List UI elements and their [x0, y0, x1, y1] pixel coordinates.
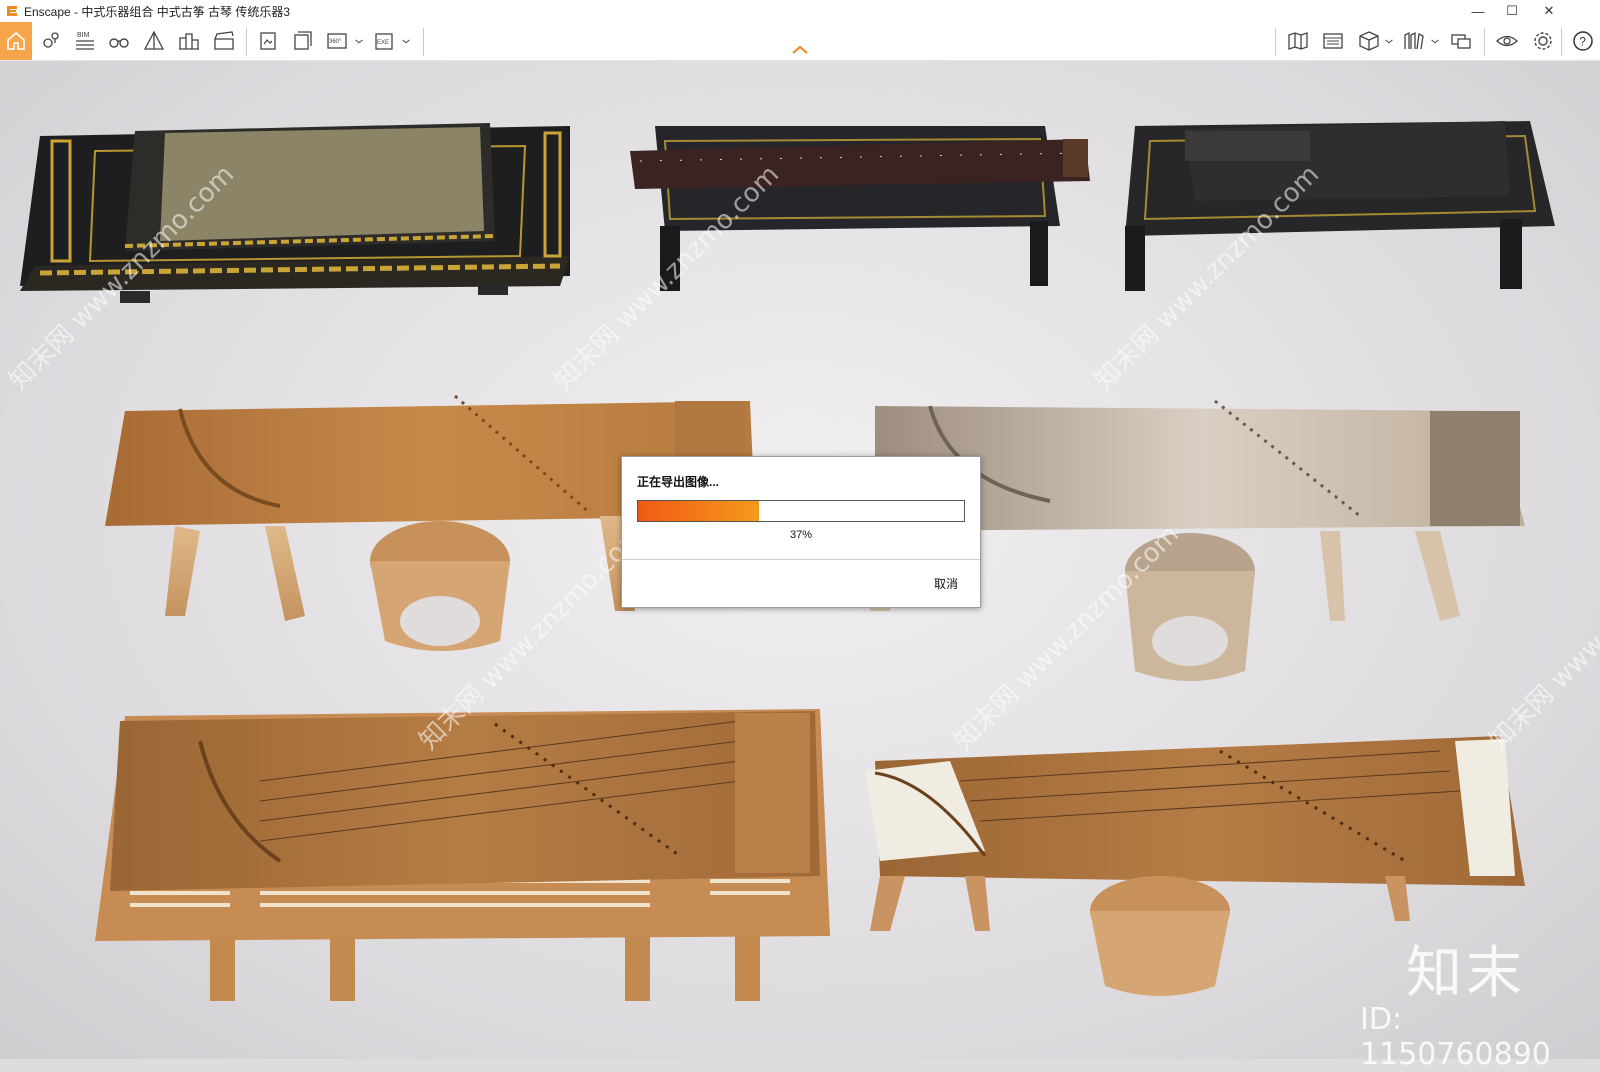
visual-settings-button[interactable]	[1490, 24, 1524, 58]
guqin-black-table-right	[1125, 121, 1555, 291]
walk-mode-button[interactable]	[102, 24, 136, 58]
perspective-icon	[143, 30, 165, 50]
chevron-down-icon	[1385, 39, 1393, 44]
panel-button[interactable]	[1316, 24, 1350, 58]
map-icon	[1288, 32, 1308, 50]
bim-button[interactable]: BIM	[68, 24, 102, 58]
chevron-down-icon	[355, 39, 363, 44]
maximize-button[interactable]: ☐	[1494, 0, 1530, 22]
svg-text:?: ?	[1579, 35, 1586, 49]
export-dropdown[interactable]	[399, 24, 413, 58]
cube-button[interactable]	[1352, 24, 1386, 58]
title-bar: Enscape - 中式乐器组合 中式古筝 古琴 传统乐器3	[0, 0, 1600, 22]
buildings-icon	[179, 33, 199, 50]
export-360-icon: 360°	[327, 33, 347, 49]
brand-watermark: 知末	[1406, 941, 1526, 1006]
toolbar-separator	[1561, 28, 1562, 56]
close-button[interactable]: ✕	[1531, 0, 1567, 22]
chevron-down-icon	[402, 39, 410, 44]
collapse-toolbar-chevron-icon[interactable]	[787, 42, 813, 56]
toolbar-separator	[423, 28, 424, 56]
progress-percent: 37%	[789, 529, 813, 541]
settings-button[interactable]	[1526, 24, 1560, 58]
toolbar-separator	[1275, 28, 1276, 56]
maximize-icon: ☐	[1506, 3, 1518, 18]
home-button[interactable]	[0, 22, 32, 60]
watermark-text: 知末网 www.znzmo.com	[1484, 520, 1600, 756]
bim-label: BIM	[77, 32, 90, 39]
location-pin-icon	[43, 32, 59, 48]
guzheng-lattice-table	[95, 709, 830, 1001]
map-button[interactable]	[1281, 24, 1315, 58]
help-icon: ?	[1573, 31, 1593, 51]
dialog-title: 正在导出图像...	[637, 475, 720, 489]
id-watermark: ID: 1150760890	[1360, 1002, 1551, 1072]
dialog-divider	[622, 559, 980, 560]
chevron-down-icon	[1431, 39, 1439, 44]
eye-icon	[1496, 35, 1518, 47]
batch-render-button[interactable]	[286, 24, 320, 58]
minimize-icon: —	[1471, 3, 1485, 19]
panorama-dropdown[interactable]	[352, 24, 366, 58]
home-icon	[7, 31, 25, 50]
minimize-button[interactable]: —	[1460, 0, 1496, 22]
toolbar-separator	[1484, 28, 1485, 56]
window-title: Enscape - 中式乐器组合 中式古筝 古琴 传统乐器3	[24, 4, 291, 19]
export-exe-icon: EXE	[375, 33, 393, 50]
exe-label: EXE	[377, 40, 389, 46]
render-panorama-button[interactable]: 360°	[320, 24, 354, 58]
pano-label: 360°	[329, 39, 342, 45]
help-button[interactable]: ?	[1566, 24, 1600, 58]
enscape-logo-icon	[7, 6, 17, 16]
video-editor-button[interactable]	[207, 24, 241, 58]
panel-icon	[1323, 33, 1343, 49]
progress-fill	[638, 501, 759, 521]
clapperboard-icon	[214, 31, 234, 50]
cube-dropdown[interactable]	[1382, 24, 1396, 58]
binoculars-icon	[109, 38, 129, 48]
export-progress-dialog: 正在导出图像... 37% 取消	[621, 456, 981, 608]
render-image-button[interactable]	[251, 24, 285, 58]
cube-icon	[1359, 31, 1379, 51]
asset-dropdown[interactable]	[1428, 24, 1442, 58]
close-icon: ✕	[1543, 3, 1555, 18]
views-button[interactable]	[34, 24, 68, 58]
toolbar-separator	[246, 28, 247, 56]
settings-icon	[1534, 32, 1552, 50]
export-exe-button[interactable]: EXE	[368, 24, 402, 58]
feedback-button[interactable]	[1444, 24, 1478, 58]
perspective-button[interactable]	[137, 24, 171, 58]
export-batch-icon	[294, 31, 312, 50]
export-progress-bar	[637, 500, 965, 522]
asset-library-button[interactable]	[1397, 24, 1431, 58]
export-image-icon	[260, 32, 276, 50]
chat-icon	[1451, 34, 1471, 49]
cancel-button[interactable]: 取消	[934, 575, 958, 592]
asset-library-icon	[1404, 31, 1424, 50]
bim-icon: BIM	[76, 32, 94, 50]
buildings-button[interactable]	[172, 24, 206, 58]
